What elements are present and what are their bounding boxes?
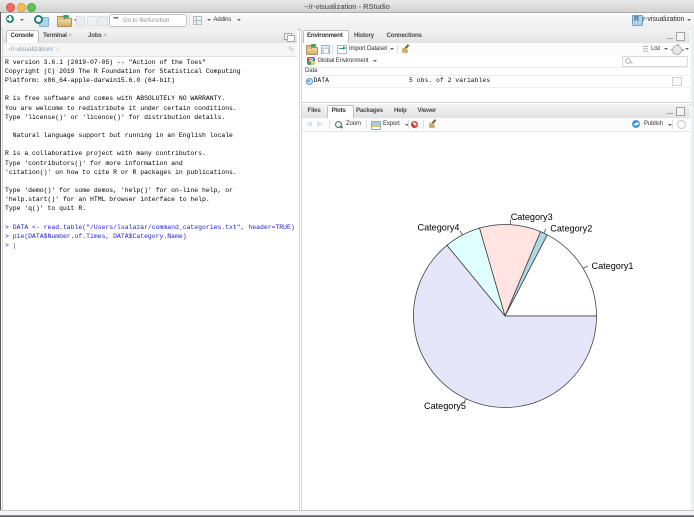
svg-text:Category2: Category2 xyxy=(550,223,592,233)
svg-text:Category4: Category4 xyxy=(418,223,460,233)
svg-text:Category5: Category5 xyxy=(424,401,466,411)
svg-text:Category1: Category1 xyxy=(592,261,634,271)
svg-text:Category3: Category3 xyxy=(511,212,553,222)
